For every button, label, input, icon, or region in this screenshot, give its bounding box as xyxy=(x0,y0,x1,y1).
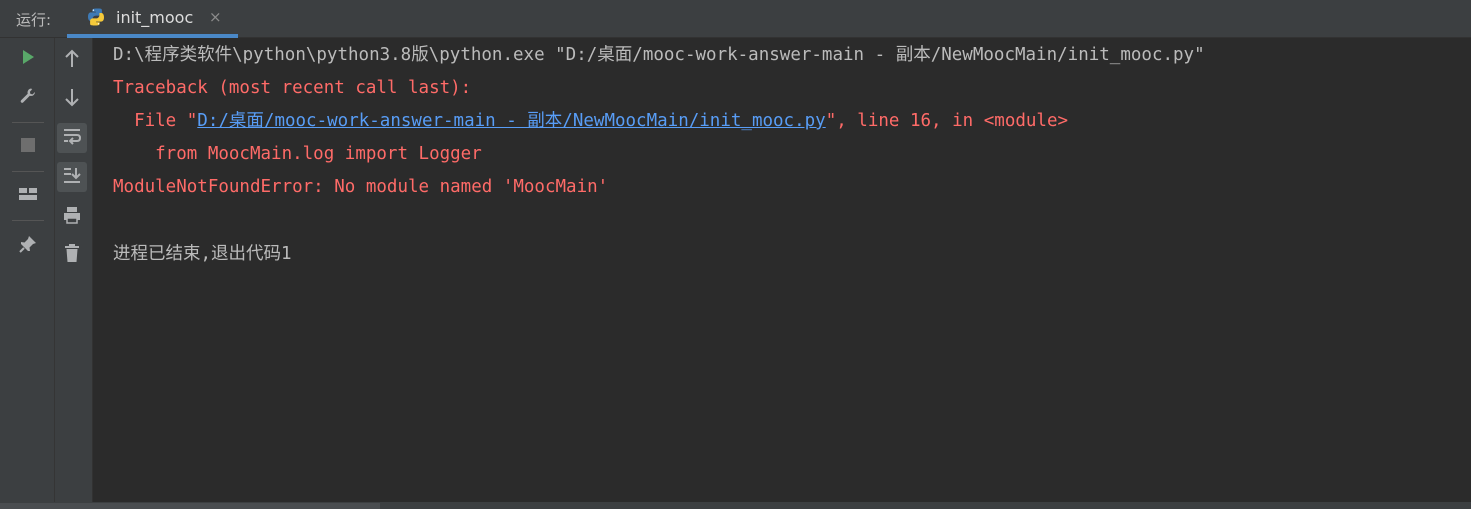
next-occurrence-button[interactable] xyxy=(57,84,87,114)
separator xyxy=(12,122,44,123)
python-icon xyxy=(86,7,106,27)
stop-icon xyxy=(19,136,37,158)
print-button[interactable] xyxy=(57,202,87,232)
exit-message: 进程已结束,退出代码1 xyxy=(113,244,292,264)
soft-wrap-icon xyxy=(62,127,82,149)
restore-layout-button[interactable] xyxy=(13,181,43,211)
run-icon xyxy=(19,48,37,70)
console-output[interactable]: D:\程序类软件\python\python3.8版\python.exe "D… xyxy=(93,38,1471,502)
scroll-to-end-icon xyxy=(62,166,82,188)
rerun-button[interactable] xyxy=(13,44,43,74)
file-prefix: File " xyxy=(113,111,198,131)
close-icon[interactable]: × xyxy=(209,8,222,26)
trash-icon xyxy=(63,243,81,267)
run-toolbar xyxy=(0,38,55,509)
arrow-down-icon xyxy=(63,87,81,111)
traceback-code-line: from MoocMain.log import Logger xyxy=(113,144,482,164)
pin-tab-button[interactable] xyxy=(13,231,43,261)
print-icon xyxy=(62,205,82,229)
run-label: 运行: xyxy=(16,11,52,29)
file-link[interactable]: D:/桌面/mooc-work-answer-main - 副本/NewMooc… xyxy=(197,111,825,131)
layout-icon xyxy=(18,185,38,207)
horizontal-scrollbar[interactable] xyxy=(0,502,1471,509)
pin-icon xyxy=(18,234,38,258)
stop-button[interactable] xyxy=(13,132,43,162)
scroll-to-end-button[interactable] xyxy=(57,162,87,192)
previous-occurrence-button[interactable] xyxy=(57,46,87,76)
traceback-file-line: File "D:/桌面/mooc-work-answer-main - 副本/N… xyxy=(113,109,1068,133)
command-line: D:\程序类软件\python\python3.8版\python.exe "D… xyxy=(113,45,1205,65)
clear-all-button[interactable] xyxy=(57,240,87,270)
soft-wrap-button[interactable] xyxy=(57,123,87,153)
error-message: ModuleNotFoundError: No module named 'Mo… xyxy=(113,177,609,197)
run-tool-window-header: 运行: init_mooc × xyxy=(0,0,1471,38)
tab-label: init_mooc xyxy=(116,8,194,27)
separator xyxy=(12,220,44,221)
wrench-icon xyxy=(18,86,38,110)
separator xyxy=(12,171,44,172)
scrollbar-thumb[interactable] xyxy=(0,503,380,509)
arrow-up-icon xyxy=(63,49,81,73)
edit-configuration-button[interactable] xyxy=(13,83,43,113)
console-toolbar xyxy=(55,38,93,509)
tab-init-mooc[interactable]: init_mooc × xyxy=(67,0,238,38)
traceback-header: Traceback (most recent call last): xyxy=(113,78,472,98)
file-suffix: ", line 16, in <module> xyxy=(825,111,1069,131)
